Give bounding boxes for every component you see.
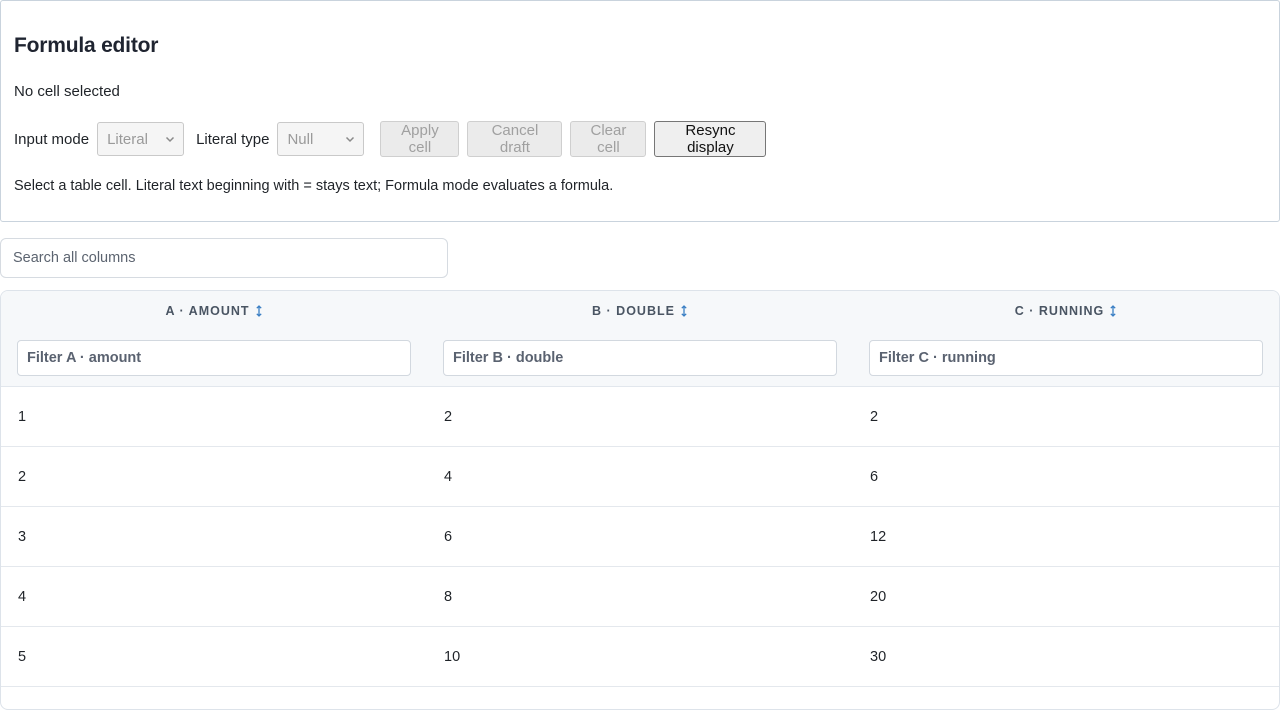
page-title: Formula editor xyxy=(14,34,159,57)
table-cell[interactable]: 3 xyxy=(1,529,427,545)
column-header-b[interactable]: B · DOUBLE xyxy=(427,304,853,318)
filter-cell-a: Filter A · amount xyxy=(1,340,427,376)
sort-icon[interactable] xyxy=(1109,305,1117,317)
literal-type-label: Literal type xyxy=(196,130,270,148)
literal-type-value: Null xyxy=(287,130,314,148)
table-cell[interactable]: 30 xyxy=(853,649,1279,665)
filter-placeholder: Filter B · double xyxy=(453,350,564,366)
search-placeholder: Search all columns xyxy=(13,250,136,266)
table-row: 5 10 30 xyxy=(1,627,1279,687)
column-header-label: B · DOUBLE xyxy=(592,304,675,318)
column-header-label: C · RUNNING xyxy=(1014,304,1105,318)
filter-placeholder: Filter A · amount xyxy=(27,350,142,366)
table-cell[interactable]: 20 xyxy=(853,589,1279,605)
chevron-down-icon xyxy=(346,136,355,143)
table-cell[interactable]: 2 xyxy=(853,409,1279,425)
table-cell[interactable]: 6 xyxy=(853,469,1279,485)
table-cell[interactable]: 2 xyxy=(1,469,427,485)
chevron-down-icon xyxy=(166,136,175,143)
cancel-draft-button[interactable]: Cancel draft xyxy=(467,121,563,157)
table-cell[interactable]: 6 xyxy=(427,529,853,545)
selection-status: No cell selected xyxy=(14,83,120,100)
table-row: 2 4 6 xyxy=(1,447,1279,507)
filter-input-c[interactable]: Filter C · running xyxy=(869,340,1263,376)
input-mode-select[interactable]: Literal xyxy=(97,122,185,156)
header-row: A · AMOUNT B · DOUBLE C · RUNNING xyxy=(1,291,1279,331)
resync-display-button[interactable]: Resync display xyxy=(654,121,767,157)
column-header-label: A · AMOUNT xyxy=(165,304,250,318)
input-mode-label: Input mode xyxy=(14,130,90,148)
table-cell[interactable]: 5 xyxy=(1,649,427,665)
clear-cell-button[interactable]: Clear cell xyxy=(570,121,647,157)
filter-row: Filter A · amount Filter B · double Filt… xyxy=(1,331,1279,387)
sort-icon[interactable] xyxy=(680,305,688,317)
input-mode-value: Literal xyxy=(107,130,148,148)
table-body: 1 2 2 2 4 6 3 6 12 4 8 20 5 10 30 xyxy=(1,387,1279,687)
table-cell[interactable]: 1 xyxy=(1,409,427,425)
column-header-a[interactable]: A · AMOUNT xyxy=(1,304,427,318)
table-cell[interactable]: 4 xyxy=(427,469,853,485)
column-header-c[interactable]: C · RUNNING xyxy=(853,304,1279,318)
table-row: 4 8 20 xyxy=(1,567,1279,627)
table-header: A · AMOUNT B · DOUBLE C · RUNNING Filter… xyxy=(1,291,1279,387)
filter-input-a[interactable]: Filter A · amount xyxy=(17,340,411,376)
sort-icon[interactable] xyxy=(255,305,263,317)
data-table: A · AMOUNT B · DOUBLE C · RUNNING Filter… xyxy=(0,290,1280,710)
table-cell[interactable]: 2 xyxy=(427,409,853,425)
formula-editor-panel: Formula editor No cell selected Input mo… xyxy=(0,0,1280,222)
filter-placeholder: Filter C · running xyxy=(879,350,996,366)
filter-cell-b: Filter B · double xyxy=(427,340,853,376)
table-cell[interactable]: 4 xyxy=(1,589,427,605)
table-cell[interactable]: 12 xyxy=(853,529,1279,545)
table-cell[interactable]: 8 xyxy=(427,589,853,605)
filter-input-b[interactable]: Filter B · double xyxy=(443,340,837,376)
apply-cell-button[interactable]: Apply cell xyxy=(380,121,460,157)
literal-type-select[interactable]: Null xyxy=(277,122,365,156)
table-row: 3 6 12 xyxy=(1,507,1279,567)
filter-cell-c: Filter C · running xyxy=(853,340,1279,376)
editor-controls: Input mode Literal Literal type Null App… xyxy=(14,121,767,157)
editor-hint: Select a table cell. Literal text beginn… xyxy=(14,178,614,194)
table-cell[interactable]: 10 xyxy=(427,649,853,665)
search-input[interactable]: Search all columns xyxy=(0,238,448,278)
table-row: 1 2 2 xyxy=(1,387,1279,447)
